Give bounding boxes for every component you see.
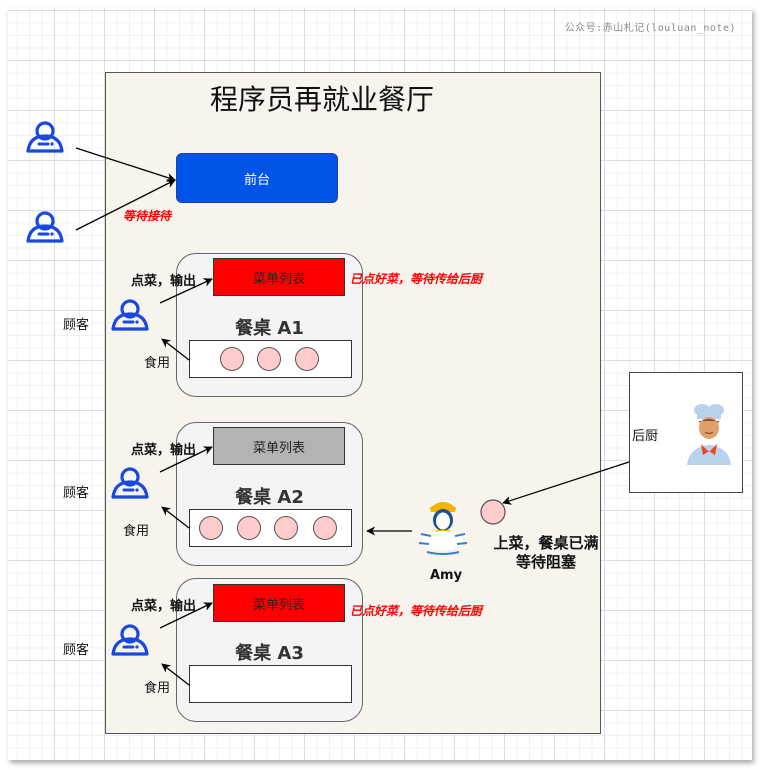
chef-icon bbox=[687, 404, 731, 465]
arrow bbox=[159, 602, 213, 629]
arrow bbox=[159, 278, 213, 304]
arrow bbox=[75, 179, 176, 231]
user-icon bbox=[26, 211, 64, 243]
user-icon bbox=[111, 299, 149, 331]
arrow bbox=[161, 506, 190, 529]
waitress-icon bbox=[418, 502, 468, 555]
arrow bbox=[75, 147, 176, 182]
diagram-overlay bbox=[26, 121, 731, 686]
arrow bbox=[502, 461, 630, 505]
user-icon bbox=[111, 624, 149, 656]
user-icon bbox=[111, 467, 149, 499]
user-icon bbox=[26, 121, 64, 153]
arrow bbox=[161, 338, 190, 361]
arrow bbox=[161, 663, 190, 686]
arrow bbox=[159, 446, 213, 473]
waiting-dish bbox=[480, 499, 506, 525]
